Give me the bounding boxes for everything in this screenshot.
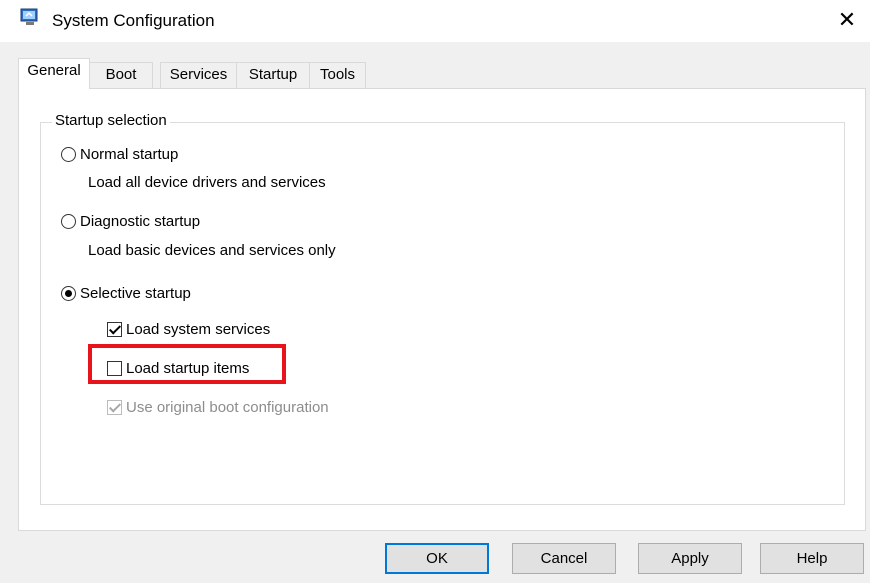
title-bar: System Configuration ✕ xyxy=(0,0,870,42)
checkbox-checked-disabled-icon xyxy=(107,400,122,415)
normal-startup-description: Load all device drivers and services xyxy=(88,174,326,191)
normal-startup-label: Normal startup xyxy=(80,146,179,163)
normal-startup-radio[interactable]: Normal startup xyxy=(61,146,178,163)
close-icon: ✕ xyxy=(837,7,857,32)
help-button[interactable]: Help xyxy=(760,543,864,574)
diagnostic-startup-radio[interactable]: Diagnostic startup xyxy=(61,213,200,230)
general-tab-page: Startup selection Normal startup Load al… xyxy=(18,88,866,531)
radio-button-selected-icon xyxy=(61,286,76,301)
diagnostic-startup-label: Diagnostic startup xyxy=(80,213,201,230)
radio-button-icon xyxy=(61,214,76,229)
selective-startup-radio[interactable]: Selective startup xyxy=(61,285,191,302)
checkbox-checked-icon xyxy=(107,322,122,337)
ok-button[interactable]: OK xyxy=(385,543,489,574)
diagnostic-startup-description: Load basic devices and services only xyxy=(88,242,336,259)
tab-tools[interactable]: Tools xyxy=(309,62,366,88)
load-system-services-checkbox[interactable]: Load system services xyxy=(107,321,270,338)
highlight-box xyxy=(88,344,286,384)
apply-button[interactable]: Apply xyxy=(638,543,742,574)
system-configuration-icon xyxy=(20,8,38,25)
close-button[interactable]: ✕ xyxy=(824,0,870,40)
use-original-boot-configuration-label: Use original boot configuration xyxy=(126,399,329,416)
startup-selection-legend: Startup selection xyxy=(52,112,170,129)
tab-boot[interactable]: Boot xyxy=(89,62,153,88)
use-original-boot-configuration-checkbox: Use original boot configuration xyxy=(107,399,329,416)
cancel-button[interactable]: Cancel xyxy=(512,543,616,574)
radio-button-icon xyxy=(61,147,76,162)
window-title: System Configuration xyxy=(52,11,215,30)
tab-startup[interactable]: Startup xyxy=(236,62,310,88)
tab-general[interactable]: General xyxy=(18,58,90,89)
selective-startup-label: Selective startup xyxy=(80,285,191,302)
startup-selection-group: Startup selection Normal startup Load al… xyxy=(40,112,845,505)
load-system-services-label: Load system services xyxy=(126,321,271,338)
tab-services[interactable]: Services xyxy=(160,62,237,88)
